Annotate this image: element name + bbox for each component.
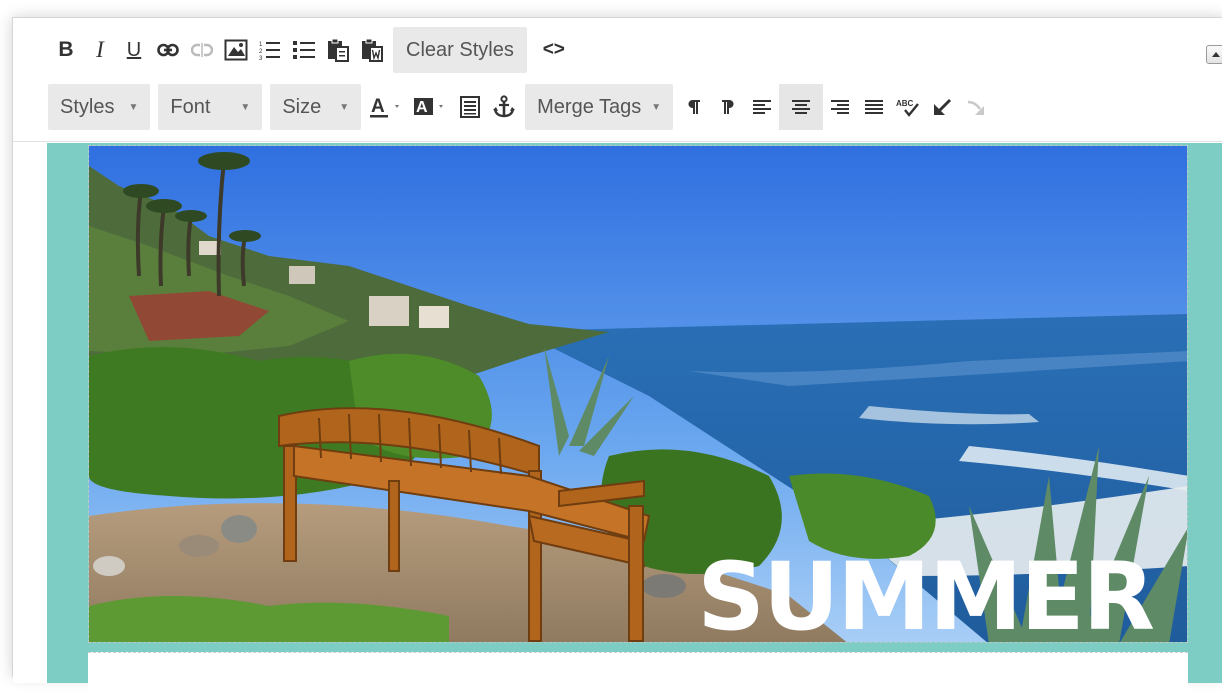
summer-banner-image[interactable]: SUMMER <box>88 145 1188 643</box>
editor-content-area[interactable]: SUMMER <box>13 143 1222 692</box>
svg-text:1: 1 <box>259 42 263 48</box>
align-justify-button[interactable] <box>857 84 891 130</box>
paragraph-rtl-button[interactable] <box>711 84 745 130</box>
italic-button[interactable]: I <box>83 27 117 73</box>
svg-text:A: A <box>416 99 428 116</box>
pilcrow-reverse-icon <box>722 100 734 114</box>
bold-button[interactable]: B <box>49 27 83 73</box>
unlink-icon <box>191 43 213 57</box>
align-center-icon <box>792 100 811 114</box>
align-left-button[interactable] <box>745 84 779 130</box>
chevron-down-icon: ▼ <box>128 101 139 113</box>
svg-text:3: 3 <box>259 56 263 60</box>
merge-tags-dropdown[interactable]: Merge Tags ▼ <box>525 84 674 130</box>
background-color-button[interactable]: A <box>409 84 453 130</box>
paste-from-word-button[interactable] <box>355 27 389 73</box>
redo-icon <box>968 100 985 115</box>
background-color-icon: A <box>414 98 444 116</box>
align-right-icon <box>831 100 850 114</box>
editor-toolbar: B I U 123 Clear Styles <> Styles ▼ Font … <box>13 18 1222 142</box>
collapse-arrow-icon <box>1212 52 1220 57</box>
paragraph-ltr-button[interactable] <box>677 84 711 130</box>
text-color-icon: A <box>370 96 400 118</box>
ordered-list-button[interactable]: 123 <box>253 27 287 73</box>
document-lines-icon <box>460 96 481 118</box>
svg-text:A: A <box>371 96 385 117</box>
undo-icon <box>934 98 952 115</box>
chevron-down-icon: ▼ <box>240 101 251 113</box>
link-icon <box>157 43 179 57</box>
image-button[interactable] <box>219 27 253 73</box>
align-justify-icon <box>865 100 884 114</box>
paste-button[interactable] <box>321 27 355 73</box>
paste-word-icon <box>362 38 383 62</box>
rich-text-editor: B I U 123 Clear Styles <> Styles ▼ Font … <box>12 17 1222 692</box>
svg-text:2: 2 <box>259 49 263 55</box>
align-right-button[interactable] <box>823 84 857 130</box>
source-code-button[interactable]: <> <box>531 27 577 73</box>
paste-icon <box>328 38 349 62</box>
size-dropdown[interactable]: Size ▼ <box>270 84 362 130</box>
underline-button[interactable]: U <box>117 27 151 73</box>
clear-styles-button[interactable]: Clear Styles <box>393 27 527 73</box>
font-label: Font <box>170 95 211 118</box>
chevron-down-icon: ▼ <box>651 101 662 113</box>
anchor-button[interactable] <box>487 84 521 130</box>
anchor-icon <box>493 95 516 118</box>
styles-label: Styles <box>60 95 115 118</box>
window: B I U 123 Clear Styles <> Styles ▼ Font … <box>0 0 1222 692</box>
summer-caption: SUMMER <box>697 543 1155 643</box>
undo-button[interactable] <box>925 84 959 130</box>
size-label: Size <box>282 95 322 118</box>
pilcrow-icon <box>688 100 701 114</box>
next-content-block[interactable] <box>88 652 1188 692</box>
block-format-button[interactable] <box>453 84 487 130</box>
unlink-button[interactable] <box>185 27 219 73</box>
ordered-list-icon: 123 <box>259 42 280 60</box>
text-color-button[interactable]: A <box>365 84 409 130</box>
styles-dropdown[interactable]: Styles ▼ <box>48 84 151 130</box>
align-left-icon <box>753 100 772 114</box>
bullet-list-icon <box>293 41 315 59</box>
link-button[interactable] <box>151 27 185 73</box>
font-dropdown[interactable]: Font ▼ <box>158 84 263 130</box>
svg-text:ABC: ABC <box>896 99 914 108</box>
toolbar-row-2: Styles ▼ Font ▼ Size ▼ A A Merge Tags ▼ <box>44 84 993 130</box>
toolbar-row-1: B I U 123 Clear Styles <> <box>49 27 577 73</box>
chevron-down-icon: ▼ <box>339 101 350 113</box>
image-icon <box>224 39 248 61</box>
spellcheck-button[interactable]: ABC <box>891 84 925 130</box>
collapse-toolbar-button[interactable] <box>1206 45 1222 64</box>
redo-button[interactable] <box>959 84 993 130</box>
spellcheck-icon: ABC <box>896 99 920 117</box>
align-center-button[interactable] <box>779 84 824 130</box>
bullet-list-button[interactable] <box>287 27 321 73</box>
merge-tags-label: Merge Tags <box>537 95 642 118</box>
